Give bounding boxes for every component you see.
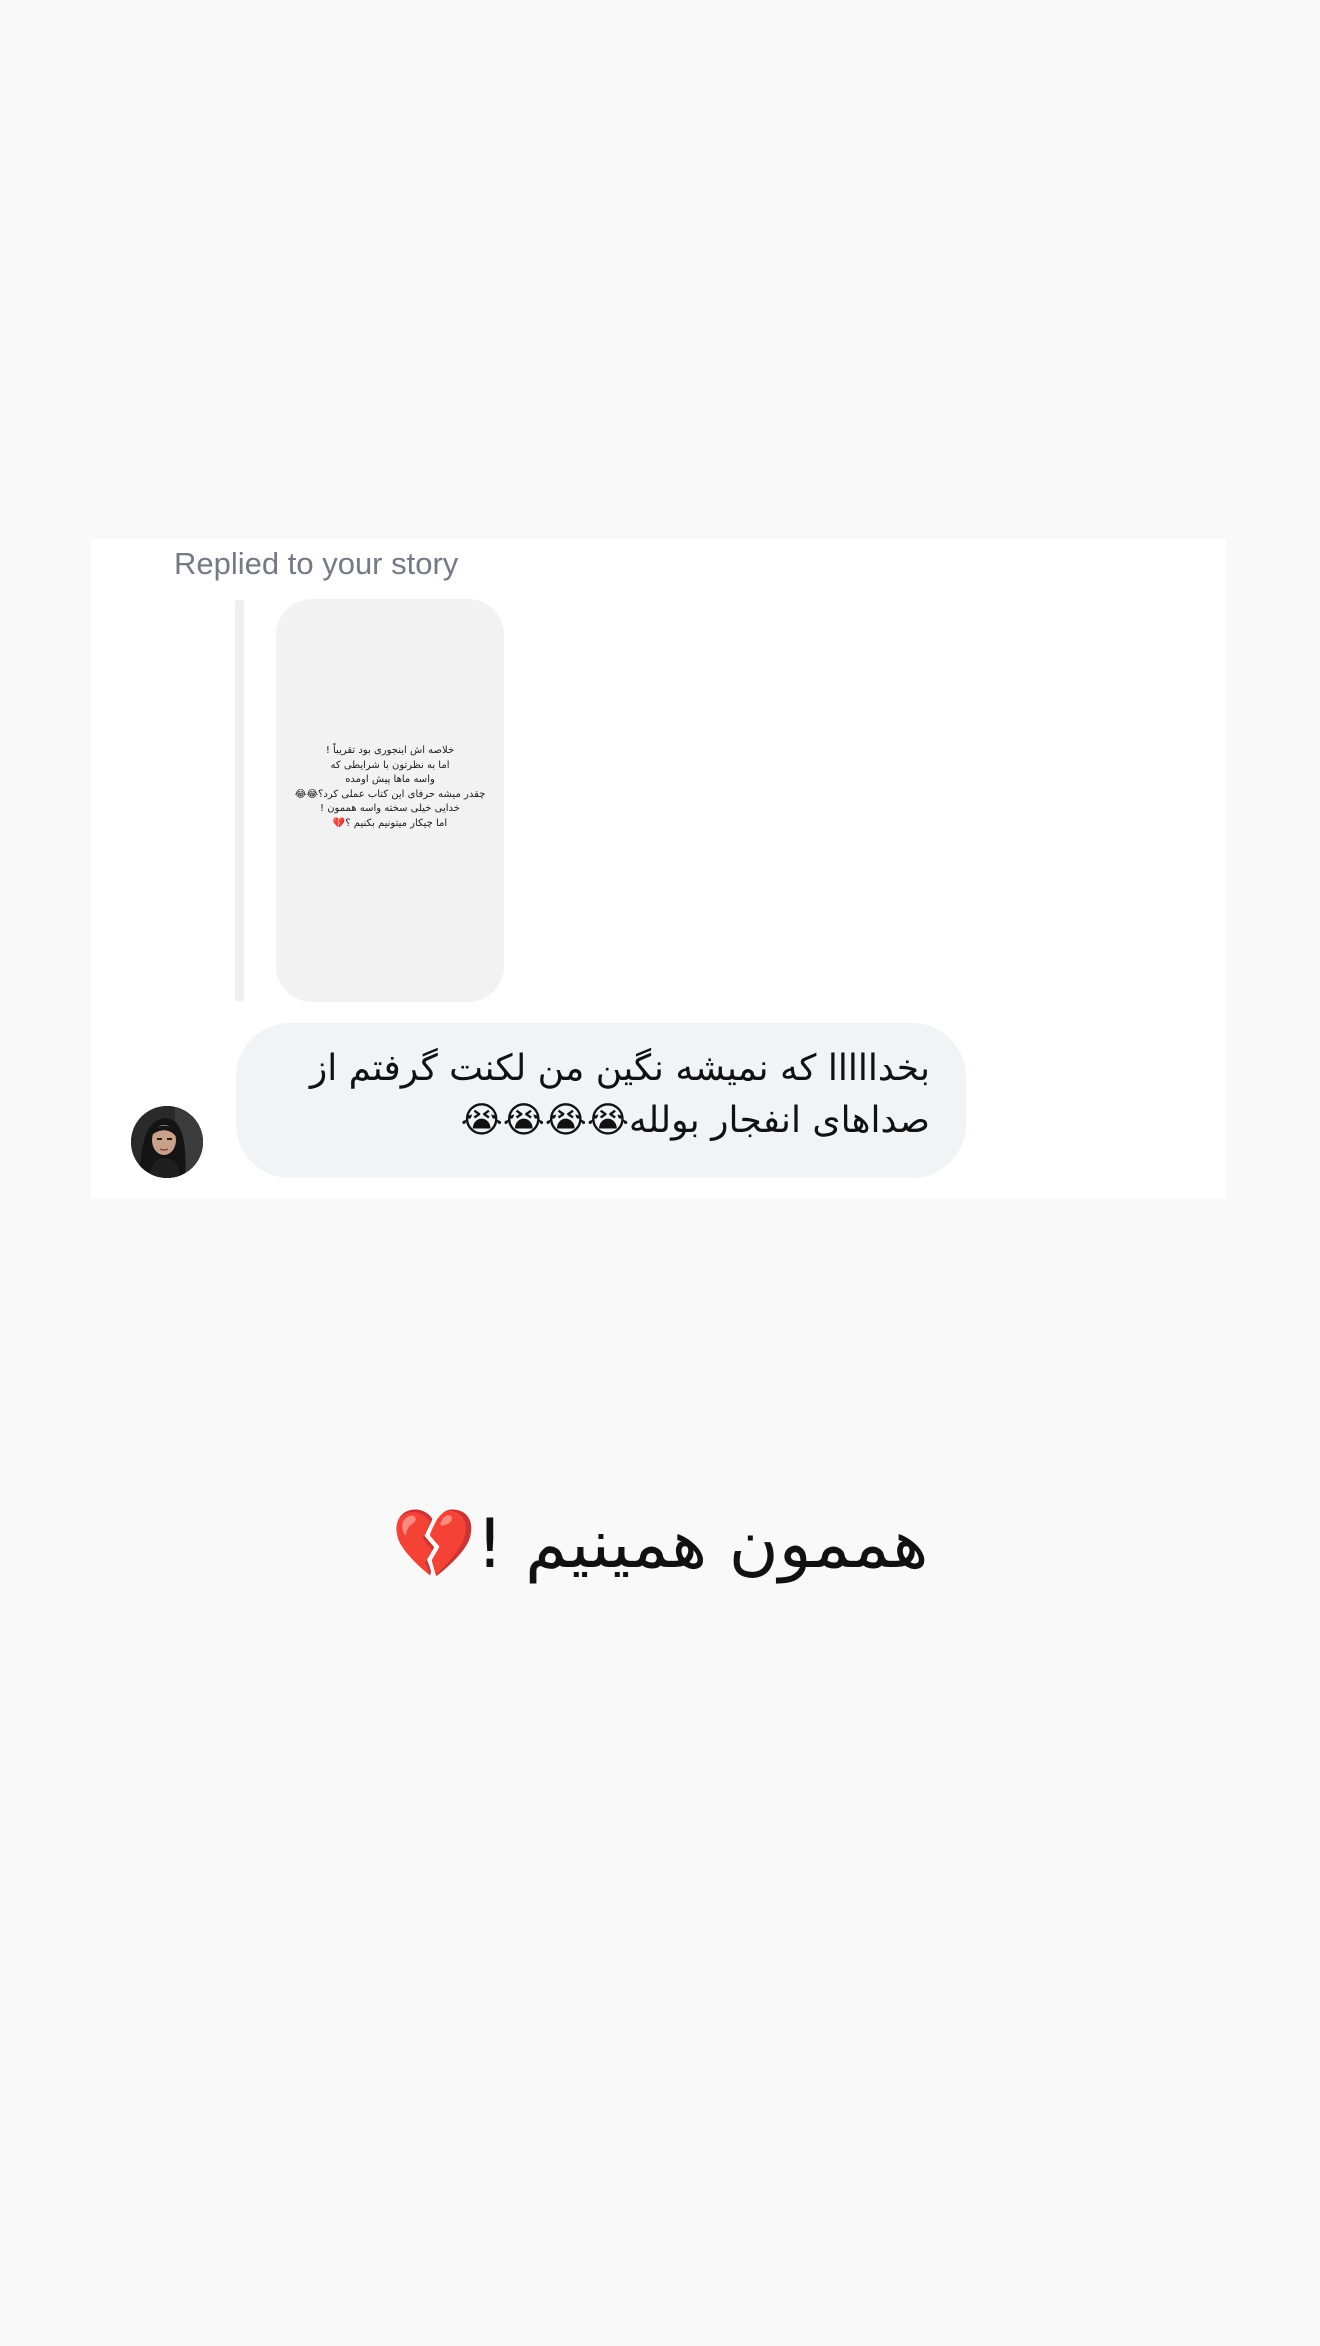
sender-avatar[interactable] xyxy=(131,1106,203,1178)
message-text-line: صداهای انفجار بولله😭😭😭😭 xyxy=(460,1100,930,1141)
message-bubble[interactable]: بخدااااا که نمیشه نگین من لکنت گرفتم از … xyxy=(236,1023,966,1178)
story-text-line: چقدر میشه حرفای این کتاب عملی کرد؟😂😂 xyxy=(294,788,486,800)
story-thumbnail[interactable]: خلاصه اش اینجوری بود تقریباً ! اما به نظ… xyxy=(276,599,504,1002)
story-text: خلاصه اش اینجوری بود تقریباً ! اما به نظ… xyxy=(276,744,504,831)
story-text-line: اما چیکار میتونیم بکنیم ؟💔 xyxy=(332,817,448,829)
story-caption: هممون همینیم !💔 xyxy=(391,1505,929,1584)
story-text-line: واسه ماها پیش اومده xyxy=(345,774,435,785)
story-text-line: خدایی خیلی سخته واسه هممون ! xyxy=(320,803,460,814)
message-text-line: بخدااااا که نمیشه نگین من لکنت گرفتم از xyxy=(309,1048,930,1089)
replied-to-story-label: Replied to your story xyxy=(174,546,459,581)
reply-quote-bar xyxy=(235,600,244,1001)
story-text-line: اما به نظرتون با شرایطی که xyxy=(330,759,450,771)
story-text-line: خلاصه اش اینجوری بود تقریباً ! xyxy=(325,745,455,756)
avatar-photo-icon xyxy=(131,1106,203,1178)
